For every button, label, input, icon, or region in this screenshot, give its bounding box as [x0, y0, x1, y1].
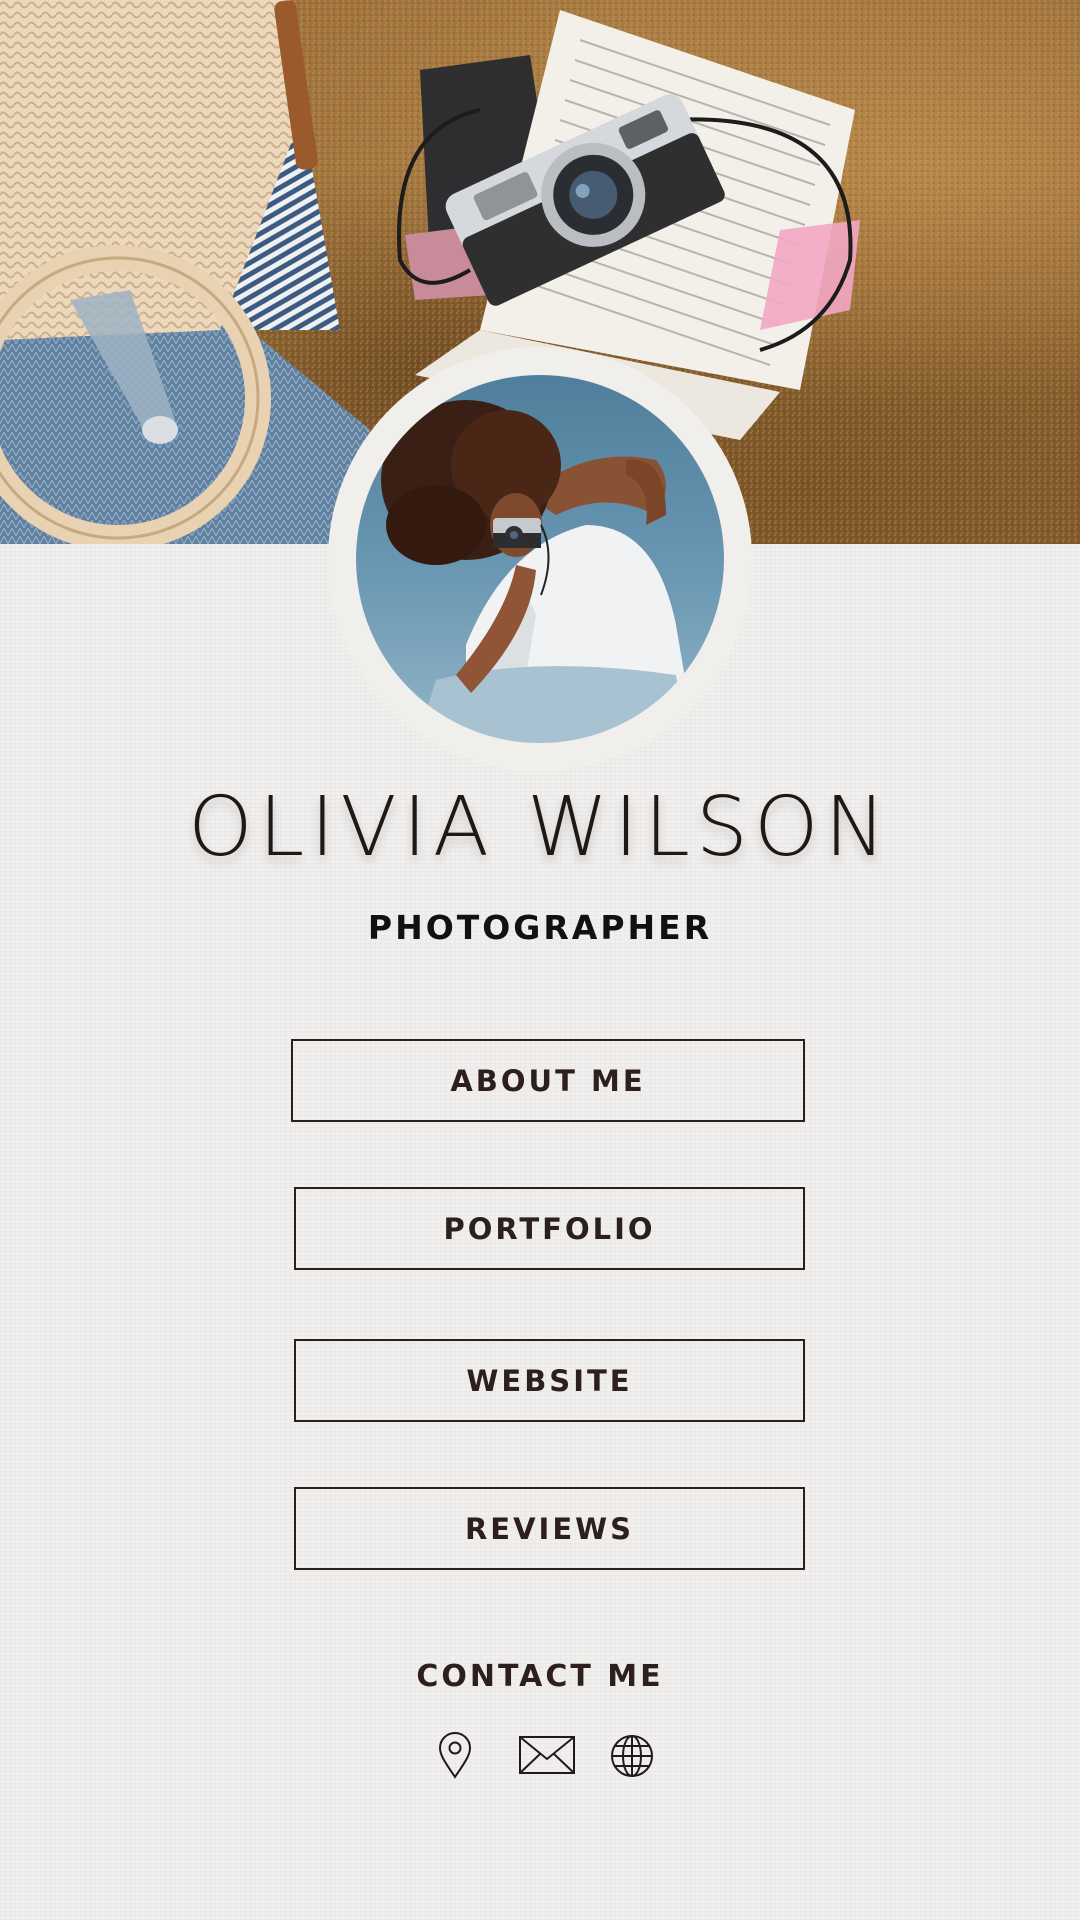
profile-name: OLIVIA WILSON	[188, 780, 892, 875]
profile-title: PHOTOGRAPHER	[367, 908, 713, 947]
reviews-label: REVIEWS	[464, 1511, 635, 1546]
about-me-label: ABOUT ME	[450, 1063, 646, 1098]
portfolio-button[interactable]: PORTFOLIO	[294, 1187, 805, 1270]
globe-icon[interactable]	[609, 1733, 655, 1779]
website-label: WEBSITE	[466, 1363, 633, 1398]
about-me-button[interactable]: ABOUT ME	[291, 1039, 805, 1122]
website-button[interactable]: WEBSITE	[294, 1339, 805, 1422]
mail-icon[interactable]	[518, 1735, 576, 1775]
avatar-photo-illustration	[381, 400, 696, 743]
portfolio-label: PORTFOLIO	[443, 1211, 656, 1246]
avatar	[356, 375, 724, 743]
reviews-button[interactable]: REVIEWS	[294, 1487, 805, 1570]
contact-title: CONTACT ME	[416, 1659, 664, 1694]
location-pin-icon[interactable]	[437, 1731, 473, 1779]
